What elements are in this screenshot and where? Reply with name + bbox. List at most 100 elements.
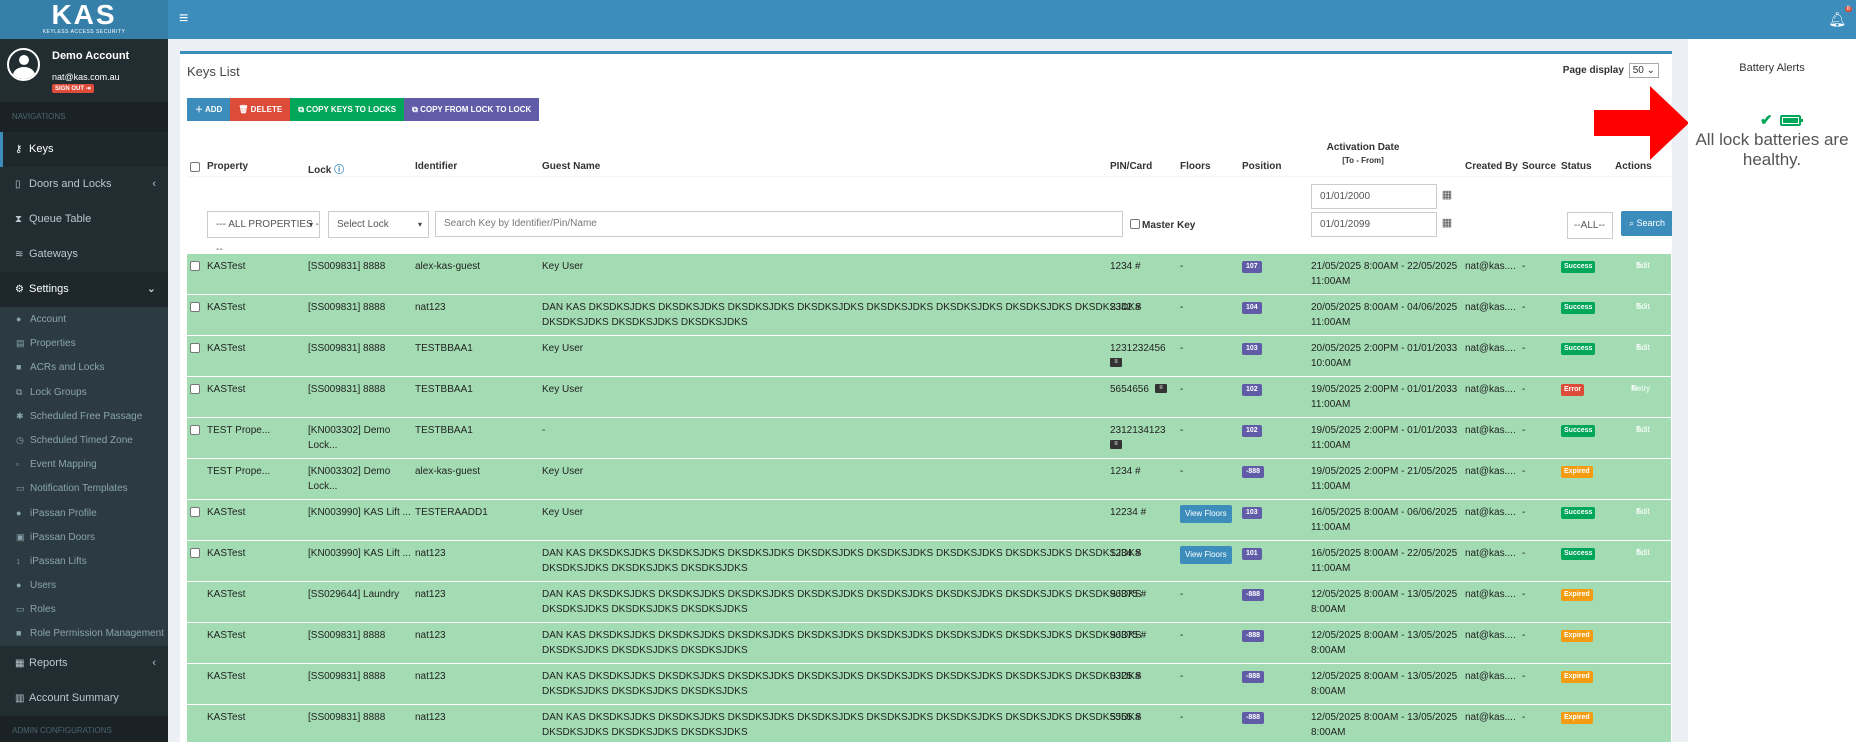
col-pin-card[interactable]: PIN/Card [1110, 161, 1152, 172]
view-floors-button[interactable]: View Floors [1180, 546, 1232, 564]
sidebar-sub-scheduled-free-passage[interactable]: ✱ Scheduled Free Passage [0, 404, 168, 428]
sidebar-item-settings[interactable]: ⚙ Settings ⌄ [0, 272, 168, 307]
row-checkbox[interactable] [190, 507, 200, 517]
sidebar-sub-ipassan-profile[interactable]: ● iPassan Profile [0, 501, 168, 525]
date-from-input[interactable]: 01/01/2000 [1311, 184, 1437, 209]
row-checkbox[interactable] [190, 261, 200, 271]
select-all-checkbox[interactable] [190, 162, 200, 172]
cell-created-by: nat@kas.... [1465, 630, 1516, 641]
master-key-label: Master Key [1142, 220, 1196, 231]
cell-floors: - [1180, 712, 1184, 723]
search-button[interactable]: ⌕ Search [1621, 211, 1672, 236]
row-checkbox[interactable] [190, 425, 200, 435]
status-badge: Success [1561, 507, 1596, 519]
cell-guest-name-cont: DKSDKSJDKS DKSDKSJDKS DKSDKSJDKS [542, 604, 748, 615]
cell-identifier: TESTERAADD1 [415, 507, 488, 518]
sign-out-button[interactable]: SIGN OUT ⇥ [52, 84, 94, 93]
user-icon: ● [16, 314, 22, 324]
sidebar-sub-ipassan-lifts[interactable]: ↕ iPassan Lifts [0, 549, 168, 573]
cell-lock: [SS009831] 8888 [308, 630, 386, 641]
position-badge: 103 [1242, 507, 1262, 519]
row-checkbox[interactable] [190, 384, 200, 394]
cell-activation-time: 11:00AM [1311, 317, 1351, 328]
col-created-by[interactable]: Created By [1465, 161, 1518, 172]
sidebar-sub-role-permission-management[interactable]: ■ Role Permission Management [0, 621, 168, 645]
sidebar-item-queue-table[interactable]: ⧗ Queue Table [0, 202, 168, 237]
lock-filter-select[interactable]: Select Lock ▾ [328, 211, 429, 238]
view-floors-button[interactable]: View Floors [1180, 505, 1232, 523]
col-identifier[interactable]: Identifier [415, 161, 457, 172]
brand-tagline: KEYLESS ACCESS SECURITY [42, 29, 126, 35]
position-badge: -888 [1242, 466, 1265, 478]
delete-button[interactable]: 🗑︎ DELETE [230, 98, 291, 121]
add-button[interactable]: ＋ ADD [187, 98, 231, 121]
sidebar-sub-notification-templates[interactable]: ▭ Notification Templates [0, 476, 168, 500]
sidebar-sub-scheduled-timed-zone[interactable]: ◷ Scheduled Timed Zone [0, 428, 168, 452]
col-lock[interactable]: Lock ⓘ [308, 161, 344, 176]
sidebar-item-account-summary[interactable]: ▥ Account Summary [0, 681, 168, 716]
sidebar-sub-acrs-and-locks[interactable]: ■ ACRs and Locks [0, 355, 168, 379]
cell-created-by: nat@kas.... [1465, 671, 1516, 682]
cell-identifier: nat123 [415, 712, 446, 723]
caret-down-icon: ▾ [417, 220, 422, 229]
date-to-input[interactable]: 01/01/2099 [1311, 212, 1437, 237]
position-badge: 104 [1242, 302, 1262, 314]
cell-source: - [1522, 343, 1526, 354]
admin-section-header: ADMIN CONFIGURATIONS [0, 715, 168, 742]
cell-activation-time: 11:00AM [1311, 563, 1351, 574]
col-source[interactable]: Source [1522, 161, 1556, 172]
calendar-icon[interactable]: ▦ [1437, 216, 1457, 229]
lock-icon: ■ [16, 628, 22, 639]
col-floors[interactable]: Floors [1180, 161, 1211, 172]
lock-icon: ■ [16, 362, 22, 373]
sidebar-sub-roles[interactable]: ▭ Roles [0, 597, 168, 621]
col-status[interactable]: Status [1561, 161, 1592, 172]
cell-guest-name-cont: DKSDKSJDKS DKSDKSJDKS DKSDKSJDKS [542, 317, 748, 328]
cell-activation-date: 12/05/2025 8:00AM - 13/05/2025 [1311, 630, 1458, 641]
cell-activation-time: 11:00AM [1311, 440, 1351, 451]
id-card-icon: ≡ [1110, 440, 1122, 449]
status-filter-select[interactable]: --ALL-- [1567, 212, 1613, 239]
position-badge: 102 [1242, 425, 1262, 437]
cell-guest-name: Key User [542, 507, 584, 518]
sidebar-sub-account[interactable]: ● Account [0, 307, 168, 331]
sidebar-sub-ipassan-doors[interactable]: ▣ iPassan Doors [0, 525, 168, 549]
sidebar-item-doors-and-locks[interactable]: ▯ Doors and Locks ‹ [0, 167, 168, 202]
sidebar-item-gateways[interactable]: ≋ Gateways [0, 237, 168, 272]
sidebar-sub-properties[interactable]: ▤ Properties [0, 331, 168, 355]
sidebar-sub-event-mapping[interactable]: ▫ Event Mapping [0, 452, 168, 476]
copy-keys-to-locks-button[interactable]: ⧉ COPY KEYS TO LOCKS [290, 98, 405, 121]
sidebar-sub-users[interactable]: ● Users [0, 573, 168, 597]
row-checkbox[interactable] [190, 343, 200, 353]
id-card-icon: ▭ [16, 604, 25, 615]
row-checkbox[interactable] [190, 302, 200, 312]
battery-status-message: All lock batteries are healthy. [1695, 130, 1849, 169]
copy-from-lock-to-lock-button[interactable]: ⧉ COPY FROM LOCK TO LOCK [404, 98, 540, 121]
cell-source: - [1522, 261, 1526, 272]
row-checkbox[interactable] [190, 548, 200, 558]
sidebar-item-reports[interactable]: ▦ Reports ‹ [0, 646, 168, 681]
id-card-icon: ≡ [1110, 358, 1122, 367]
col-activation-date[interactable]: Activation Date [1323, 142, 1403, 153]
brand-logo[interactable]: KAS KEYLESS ACCESS SECURITY [0, 0, 168, 39]
calendar-icon[interactable]: ▦ [1437, 188, 1457, 201]
brand-name: KAS [51, 0, 117, 30]
col-position[interactable]: Position [1242, 161, 1281, 172]
nav-section-header: NAVIGATIONS [0, 102, 168, 132]
menu-toggle-icon[interactable]: ≡ [179, 10, 188, 28]
col-guest-name[interactable]: Guest Name [542, 161, 600, 172]
master-key-checkbox[interactable] [1130, 219, 1140, 229]
sidebar-item-keys[interactable]: ⚷ Keys [0, 132, 168, 167]
sidebar-sub-lock-groups[interactable]: ⧉ Lock Groups [0, 380, 168, 404]
cell-guest-name: - [542, 425, 546, 436]
cell-activation-date: 16/05/2025 8:00AM - 06/06/2025 [1311, 507, 1458, 518]
col-property[interactable]: Property [207, 161, 248, 172]
cell-pin: 2312134123 [1110, 425, 1166, 436]
property-filter-select[interactable]: --- ALL PROPERTIES --- ▾ [207, 211, 320, 255]
cell-activation-date: 20/05/2025 2:00PM - 01/01/2033 [1311, 343, 1458, 354]
search-input[interactable]: Search Key by Identifier/Pin/Name [435, 211, 1123, 237]
bell-icon[interactable]: 🔔︎ [1828, 11, 1846, 28]
page-display-select[interactable]: 50 ⌄ [1628, 63, 1659, 78]
table-row: KASTest [SS029644] Laundry nat123 DAN KAS D… [187, 582, 1671, 623]
cell-property: TEST Prope... [207, 466, 271, 477]
